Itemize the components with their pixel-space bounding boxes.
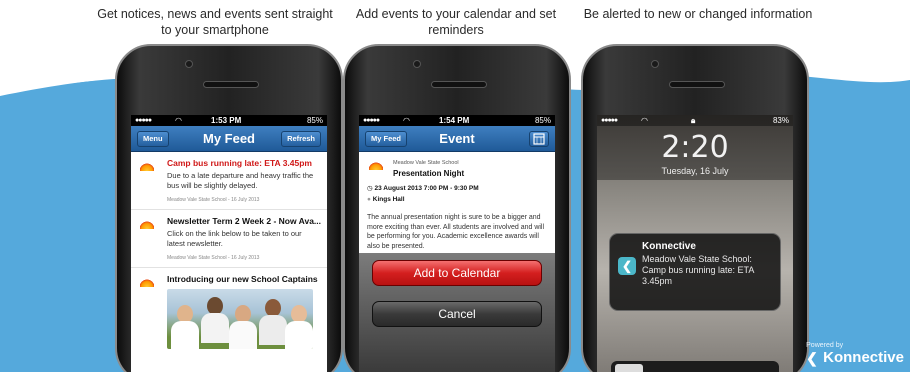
status-bar: ●●●●● ◠ 1:53 PM 85% — [131, 115, 327, 126]
lock-clock: 2:20 Tuesday, 16 July — [597, 126, 793, 180]
add-to-calendar-button[interactable]: Add to Calendar — [372, 260, 542, 286]
konnective-logo-icon: ❮ — [806, 349, 818, 366]
school-logo-icon — [136, 219, 158, 239]
event-description: The annual presentation night is sure to… — [367, 214, 545, 250]
feed-screen: ●●●●● ◠ 1:53 PM 85% Menu My Feed Refresh… — [131, 115, 327, 372]
speaker-grille — [669, 81, 725, 88]
camera-icon — [651, 60, 659, 68]
feed-item-bus[interactable]: Camp bus running late: ETA 3.45pm Due to… — [131, 152, 327, 210]
refresh-button[interactable]: Refresh — [281, 131, 321, 147]
caption-2: Add events to your calendar and set remi… — [355, 7, 557, 37]
location-pin-icon: ● — [367, 196, 371, 203]
feed-item-body: Due to a late departure and heavy traffi… — [167, 171, 314, 190]
phone-lockscreen: ●●●●● ◠ 🔒︎ 83% 2:20 Tuesday, 16 July ❮ K… — [581, 44, 809, 372]
speaker-grille — [431, 81, 487, 88]
unlock-slider[interactable] — [611, 361, 779, 372]
action-sheet: Add to Calendar Cancel — [359, 253, 555, 372]
school-logo-icon — [136, 161, 158, 181]
feed-item-meta: Meadow Vale State School - 16 July 2013 — [167, 197, 260, 203]
event-when: 23 August 2013 7:00 PM - 9:30 PM — [374, 185, 479, 192]
signal-icon: ●●●●● — [135, 117, 152, 124]
event-name: Presentation Night — [393, 169, 465, 178]
page-title: Event — [439, 131, 475, 146]
feed-item-title: Introducing our new School Captains — [167, 274, 318, 284]
battery-level: 83% — [772, 116, 789, 125]
event-header: Meadow Vale State School Presentation Ni… — [359, 152, 555, 182]
status-time: 1:54 PM — [439, 116, 470, 125]
feed-item-title: Camp bus running late: ETA 3.45pm — [167, 158, 312, 168]
battery-level: 85% — [534, 116, 551, 125]
lock-screen: ●●●●● ◠ 🔒︎ 83% 2:20 Tuesday, 16 July ❮ K… — [597, 115, 793, 372]
unlock-slider-knob[interactable] — [615, 364, 643, 372]
signal-icon: ●●●●● — [601, 117, 618, 124]
speaker-grille — [203, 81, 259, 88]
push-notification[interactable]: ❮ Konnective Meadow Vale State School: C… — [609, 233, 781, 311]
phone-event: ●●●●● ◠ 1:54 PM 85% My Feed Event Meadow… — [343, 44, 571, 372]
powered-by-label: Powered by — [806, 342, 844, 349]
event-screen: ●●●●● ◠ 1:54 PM 85% My Feed Event Meadow… — [359, 115, 555, 372]
brand-logo: Powered by ❮ Konnective — [806, 342, 904, 366]
notification-title: Konnective — [642, 241, 696, 252]
wifi-icon: ◠ — [641, 116, 648, 125]
brand-name-row: ❮ Konnective — [806, 349, 904, 366]
event-when-row: ◷ 23 August 2013 7:00 PM - 9:30 PM — [359, 182, 555, 194]
lock-time: 2:20 — [661, 130, 729, 165]
nav-bar: My Feed Event — [359, 126, 555, 152]
wifi-icon: ◠ — [403, 116, 410, 125]
caption-1: Get notices, news and events sent straig… — [97, 7, 333, 37]
battery-level: 85% — [306, 116, 323, 125]
feed-item-newsletter[interactable]: Newsletter Term 2 Week 2 - Now Ava... Cl… — [131, 210, 327, 268]
feed-item-title: Newsletter Term 2 Week 2 - Now Ava... — [167, 216, 321, 226]
nav-bar: Menu My Feed Refresh — [131, 126, 327, 152]
school-logo-icon — [136, 277, 158, 297]
brand-name: Konnective — [823, 349, 904, 366]
camera-icon — [413, 60, 421, 68]
students-photo[interactable] — [167, 289, 313, 349]
calendar-icon[interactable] — [529, 131, 549, 147]
cancel-button[interactable]: Cancel — [372, 301, 542, 327]
caption-3: Be alerted to new or changed information — [583, 7, 813, 21]
status-bar: ●●●●● ◠ 🔒︎ 83% — [597, 115, 793, 126]
camera-icon — [185, 60, 193, 68]
event-where-row: ● Kings Hall — [359, 194, 555, 205]
lock-date: Tuesday, 16 July — [661, 166, 729, 176]
promo-stage: Get notices, news and events sent straig… — [0, 0, 910, 372]
signal-icon: ●●●●● — [363, 117, 380, 124]
feed-item-captains[interactable]: Introducing our new School Captains — [131, 268, 327, 355]
status-bar: ●●●●● ◠ 1:54 PM 85% — [359, 115, 555, 126]
feed-item-body: Click on the link below to be taken to o… — [167, 229, 302, 248]
notification-body: Meadow Vale State School: Camp bus runni… — [642, 254, 754, 286]
event-org: Meadow Vale State School — [393, 160, 459, 166]
school-logo-icon — [365, 160, 387, 180]
konnective-app-icon: ❮ — [618, 257, 636, 275]
status-time: 1:53 PM — [211, 116, 242, 125]
phone-feed: ●●●●● ◠ 1:53 PM 85% Menu My Feed Refresh… — [115, 44, 343, 372]
lock-icon: 🔒︎ — [691, 116, 696, 125]
event-where: Kings Hall — [372, 196, 405, 203]
feed-item-meta: Meadow Vale State School - 16 July 2013 — [167, 255, 260, 261]
wifi-icon: ◠ — [175, 116, 182, 125]
clock-icon: ◷ — [367, 185, 373, 192]
